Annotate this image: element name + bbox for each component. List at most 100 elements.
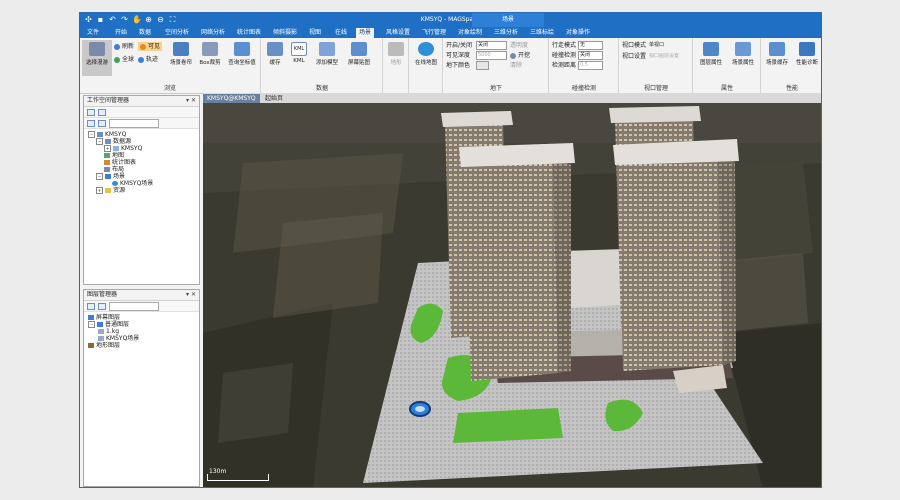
scene-roll-button[interactable]: 场景卷帘 xyxy=(166,40,196,76)
layer-node-normal[interactable]: − 普通图层 xyxy=(88,321,199,328)
tree-node-layout[interactable]: 布局 xyxy=(88,166,199,173)
kml-button[interactable]: KML KML xyxy=(288,40,310,76)
tab-spatial-analysis[interactable]: 空间分析 xyxy=(162,28,192,38)
open-workspace-icon[interactable] xyxy=(87,108,95,116)
tab-style-settings[interactable]: 风格设置 xyxy=(383,28,413,38)
check-distance-input[interactable]: 0.5 xyxy=(577,61,603,70)
workspace-search-bar xyxy=(84,118,199,129)
select-roam-button[interactable]: 选择漫游 xyxy=(82,40,112,76)
tree-node-map[interactable]: 地图 xyxy=(88,152,199,159)
collision-check-label: 碰撞检测 xyxy=(552,52,577,59)
add-layer-icon[interactable] xyxy=(87,302,95,310)
tree-node-workspace[interactable]: − KMSYQ xyxy=(88,131,199,138)
visible-depth-label: 可见深度 xyxy=(446,52,471,59)
tree-node-db[interactable]: + KMSYQ xyxy=(88,145,199,152)
terrain-icon xyxy=(388,42,404,56)
perf-diag-button[interactable]: 性能诊断 xyxy=(792,40,821,76)
tab-flight-management[interactable]: 飞行管理 xyxy=(419,28,449,38)
screen-image-button[interactable]: 屏幕贴图 xyxy=(344,40,374,76)
eye-icon xyxy=(140,43,146,50)
panel-controls-icon[interactable]: ▾ ✕ xyxy=(186,96,196,106)
collapse-icon[interactable]: − xyxy=(96,138,103,145)
tree-node-scene[interactable]: − 场景 xyxy=(88,173,199,180)
layer-node-scene[interactable]: KMSYQ场景 xyxy=(88,335,199,342)
tab-statistics-chart[interactable]: 统计图表 xyxy=(234,28,264,38)
globe-icon xyxy=(112,181,118,186)
tree-node-resources[interactable]: + 资源 xyxy=(88,187,199,194)
box-clip-icon xyxy=(202,42,218,56)
layer-attr-button[interactable]: 图层属性 xyxy=(696,40,726,76)
viewport-settings-dropdown[interactable]: 视口图层设置 xyxy=(648,53,681,60)
visible-depth-input[interactable]: 5000 xyxy=(476,51,507,60)
search-icon[interactable] xyxy=(98,302,106,310)
query-coord-button[interactable]: 查询坐标值 xyxy=(225,40,259,76)
viewport-mode-dropdown[interactable]: 单视口 xyxy=(648,42,679,49)
expand-icon[interactable]: + xyxy=(104,145,111,152)
tab-network-analysis[interactable]: 网络分析 xyxy=(198,28,228,38)
expand-icon[interactable]: + xyxy=(96,187,103,194)
tab-object-drawing[interactable]: 对象绘制 xyxy=(455,28,485,38)
box-clip-button[interactable]: Box裁剪 xyxy=(195,40,225,76)
layer-search-input[interactable] xyxy=(109,301,159,311)
layer-node-kg[interactable]: 1.kg xyxy=(88,328,199,335)
viewport-mode-label: 视口模式 xyxy=(622,42,647,49)
clear-label: 清除 xyxy=(510,62,523,69)
panel-controls-icon[interactable]: ▾ ✕ xyxy=(186,290,196,300)
tree-node-datasource[interactable]: − 数据源 xyxy=(88,138,199,145)
tab-data[interactable]: 数据 xyxy=(136,28,154,38)
underground-color-picker[interactable] xyxy=(476,61,489,70)
refresh-button[interactable]: 刷新 xyxy=(114,42,134,51)
tab-scene[interactable]: 场景 xyxy=(356,28,375,38)
tree-node-label: KMSYQ xyxy=(121,145,143,152)
tab-oblique-photo[interactable]: 倾斜摄影 xyxy=(270,28,300,38)
collapse-icon[interactable]: − xyxy=(96,173,103,180)
save-workspace-icon[interactable] xyxy=(98,108,106,116)
filter-icon[interactable] xyxy=(87,119,95,127)
screen-image-icon xyxy=(351,42,367,56)
tree-node-chart[interactable]: 统计图表 xyxy=(88,159,199,166)
doc-tab-scene[interactable]: KMSYQ@KMSYQ xyxy=(203,94,260,103)
excavate-button[interactable]: 开挖 xyxy=(510,51,530,60)
workspace-search-input[interactable] xyxy=(109,118,159,128)
collision-check-select[interactable]: 关闭 xyxy=(577,51,603,60)
track-button[interactable]: 轨迹 xyxy=(138,55,158,64)
underground-color-label: 地下颜色 xyxy=(446,62,471,69)
query-coord-label: 查询坐标值 xyxy=(228,60,256,66)
search-icon[interactable] xyxy=(98,119,106,127)
tree-node-scene-item[interactable]: KMSYQ场景 xyxy=(88,180,199,187)
globe-button[interactable]: 全球 xyxy=(114,55,134,64)
clear-button[interactable]: 清除 xyxy=(510,61,522,70)
online-map-button[interactable]: 在线地图 xyxy=(411,40,441,76)
layer-node-terrain[interactable]: 地形图层 xyxy=(88,342,199,349)
doc-tab-start-page[interactable]: 起始页 xyxy=(261,94,287,103)
scene-viewport[interactable]: 130m xyxy=(203,103,821,487)
scene-attr-button[interactable]: 场景属性 xyxy=(728,40,758,76)
tab-start[interactable]: 开始 xyxy=(112,28,130,38)
tab-3d-analysis[interactable]: 三维分析 xyxy=(491,28,521,38)
tab-file[interactable]: 文件 xyxy=(84,28,102,38)
group-attributes-label: 属性 xyxy=(720,85,733,92)
tree-node-label: 统计图表 xyxy=(112,159,137,166)
underground-color: 地下颜色 xyxy=(446,61,470,70)
walk-mode-select[interactable]: 无 xyxy=(577,41,603,50)
cache-button[interactable]: 缓存 xyxy=(264,40,286,76)
layout-icon xyxy=(104,167,110,172)
terrain-button[interactable]: 地形 xyxy=(384,40,408,76)
visible-toggle[interactable]: 可见 xyxy=(138,42,163,51)
add-model-button[interactable]: 添加模型 xyxy=(312,40,342,76)
transparency-control[interactable]: 透明度 xyxy=(510,41,528,50)
globe-online-icon xyxy=(418,42,434,56)
tab-view[interactable]: 视图 xyxy=(306,28,324,38)
group-browse: 选择漫游 刷新 可见 全球 轨迹 场景卷帘 Box裁剪 查询坐标值 浏览 xyxy=(80,38,261,93)
scene-roll-label: 场景卷帘 xyxy=(169,60,192,66)
collapse-icon[interactable]: − xyxy=(88,131,95,138)
tab-object-operation[interactable]: 对象操作 xyxy=(563,28,593,38)
tab-online[interactable]: 在线 xyxy=(332,28,350,38)
tab-3d-plotting[interactable]: 三维标绘 xyxy=(527,28,557,38)
layer-node-screen[interactable]: 屏幕图层 xyxy=(88,314,199,321)
check-distance-label: 检测距离 xyxy=(552,62,577,69)
collapse-icon[interactable]: − xyxy=(88,321,95,328)
scene-cache-button[interactable]: 场景缓存 xyxy=(762,40,792,76)
open-close-select[interactable]: 关闭 xyxy=(476,41,507,50)
kml-icon: KML xyxy=(291,42,307,56)
